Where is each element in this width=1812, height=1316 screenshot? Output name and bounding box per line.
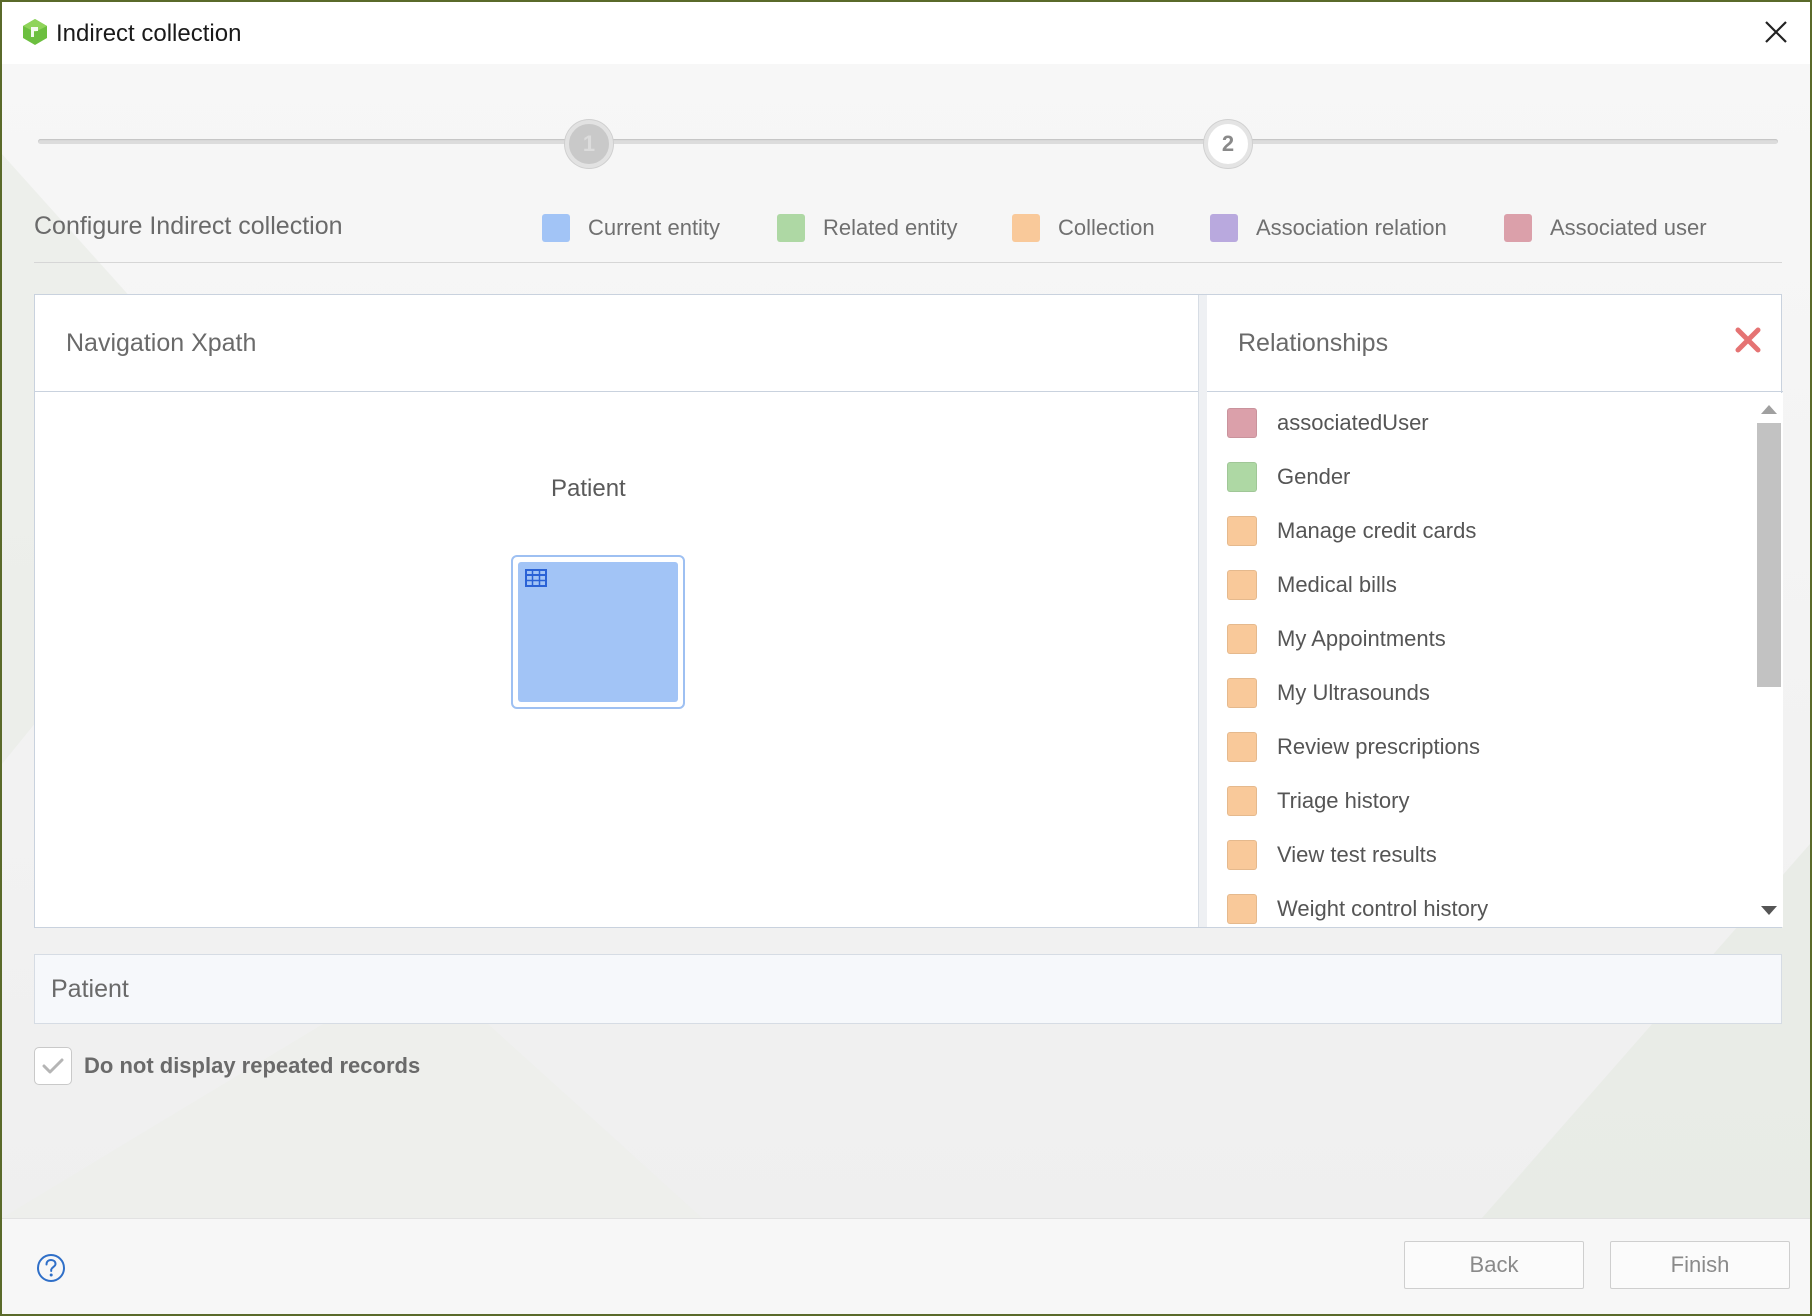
legend-swatch bbox=[542, 214, 570, 242]
step-1-indicator[interactable]: 1 bbox=[565, 120, 613, 168]
legend-label: Collection bbox=[1058, 215, 1155, 240]
legend-label: Current entity bbox=[588, 215, 721, 240]
relationship-label: View test results bbox=[1277, 842, 1437, 867]
step-2-indicator[interactable]: 2 bbox=[1204, 120, 1252, 168]
page-title: Configure Indirect collection bbox=[34, 212, 343, 240]
no-repeated-records-option[interactable]: Do not display repeated records bbox=[34, 1046, 420, 1086]
no-repeated-records-checkbox[interactable] bbox=[34, 1047, 72, 1085]
xpath-display: Patient bbox=[34, 954, 1782, 1024]
scroll-down-arrow-icon[interactable] bbox=[1761, 906, 1777, 915]
legend-related-entity: Related entity bbox=[777, 212, 958, 244]
legend-swatch bbox=[1210, 214, 1238, 242]
legend-label: Associated user bbox=[1550, 215, 1707, 240]
current-entity-node[interactable] bbox=[511, 555, 685, 709]
app-logo-icon bbox=[22, 18, 48, 46]
table-icon bbox=[525, 569, 547, 587]
relationship-item[interactable]: Medical bills bbox=[1227, 565, 1397, 605]
help-icon[interactable] bbox=[36, 1253, 66, 1283]
scroll-thumb[interactable] bbox=[1757, 423, 1781, 687]
relationship-swatch bbox=[1227, 624, 1257, 654]
checkmark-icon bbox=[42, 1058, 64, 1074]
legend-current-entity: Current entity bbox=[542, 212, 720, 244]
relationships-list: associatedUser Gender Manage credit card… bbox=[1207, 393, 1755, 927]
relationship-swatch bbox=[1227, 408, 1257, 438]
entity-name-label: Patient bbox=[551, 475, 626, 502]
legend-swatch bbox=[777, 214, 805, 242]
relationship-swatch bbox=[1227, 840, 1257, 870]
current-entity-fill bbox=[518, 562, 678, 702]
navigation-header: Navigation Xpath bbox=[35, 295, 1198, 392]
relationships-pane: Relationships associatedUser Gender Mana… bbox=[1199, 295, 1783, 927]
close-icon bbox=[1765, 21, 1787, 43]
xpath-text: Patient bbox=[51, 975, 129, 1003]
legend-label: Related entity bbox=[823, 215, 958, 240]
relationship-label: My Ultrasounds bbox=[1277, 680, 1430, 705]
relationship-label: Gender bbox=[1277, 464, 1351, 489]
window-title: Indirect collection bbox=[56, 20, 242, 47]
relationship-swatch bbox=[1227, 678, 1257, 708]
relationships-scrollbar[interactable] bbox=[1753, 393, 1783, 927]
close-icon[interactable] bbox=[1733, 325, 1763, 355]
relationship-item[interactable]: associatedUser bbox=[1227, 403, 1429, 443]
finish-button[interactable]: Finish bbox=[1610, 1241, 1790, 1289]
scroll-up-arrow-icon[interactable] bbox=[1761, 405, 1777, 414]
legend-associated-user: Associated user bbox=[1504, 212, 1707, 244]
relationship-label: associatedUser bbox=[1277, 410, 1429, 435]
configuration-panel: Navigation Xpath Patient Relationships a… bbox=[34, 294, 1783, 928]
legend-collection: Collection bbox=[1012, 212, 1155, 244]
legend-label: Association relation bbox=[1256, 215, 1447, 240]
header-divider bbox=[34, 262, 1782, 263]
relationship-label: Medical bills bbox=[1277, 572, 1397, 597]
navigation-title: Navigation Xpath bbox=[66, 329, 257, 357]
title-bar: Indirect collection bbox=[2, 2, 1810, 64]
relationship-label: Review prescriptions bbox=[1277, 734, 1480, 759]
relationship-label: My Appointments bbox=[1277, 626, 1446, 651]
relationship-swatch bbox=[1227, 462, 1257, 492]
relationship-item[interactable]: Weight control history bbox=[1227, 889, 1488, 927]
relationship-label: Manage credit cards bbox=[1277, 518, 1477, 543]
stepper-track bbox=[38, 139, 1778, 144]
back-button[interactable]: Back bbox=[1404, 1241, 1584, 1289]
relationship-item[interactable]: My Ultrasounds bbox=[1227, 673, 1430, 713]
relationships-title: Relationships bbox=[1238, 329, 1389, 357]
relationship-item[interactable]: Gender bbox=[1227, 457, 1350, 497]
dialog-window: Indirect collection 1 2 Configure Indire… bbox=[0, 0, 1812, 1316]
relationship-item[interactable]: Triage history bbox=[1227, 781, 1409, 821]
relationship-label: Weight control history bbox=[1277, 896, 1489, 921]
relationship-swatch bbox=[1227, 786, 1257, 816]
relationship-label: Triage history bbox=[1277, 788, 1410, 813]
legend-swatch bbox=[1012, 214, 1040, 242]
relationship-item[interactable]: Manage credit cards bbox=[1227, 511, 1476, 551]
navigation-xpath-pane: Navigation Xpath Patient bbox=[35, 295, 1199, 927]
relationship-swatch bbox=[1227, 570, 1257, 600]
relationship-item[interactable]: Review prescriptions bbox=[1227, 727, 1480, 767]
relationship-swatch bbox=[1227, 516, 1257, 546]
relationship-swatch bbox=[1227, 732, 1257, 762]
no-repeated-records-label: Do not display repeated records bbox=[84, 1053, 421, 1078]
legend-swatch bbox=[1504, 214, 1532, 242]
relationship-swatch bbox=[1227, 894, 1257, 924]
relationship-item[interactable]: My Appointments bbox=[1227, 619, 1446, 659]
dialog-footer: Back Finish bbox=[2, 1218, 1810, 1314]
close-button[interactable] bbox=[1752, 8, 1800, 56]
dialog-content: 1 2 Configure Indirect collection Curren… bbox=[2, 64, 1810, 1218]
relationship-item[interactable]: View test results bbox=[1227, 835, 1437, 875]
legend-association-relation: Association relation bbox=[1210, 212, 1447, 244]
relationships-header: Relationships bbox=[1207, 295, 1783, 392]
